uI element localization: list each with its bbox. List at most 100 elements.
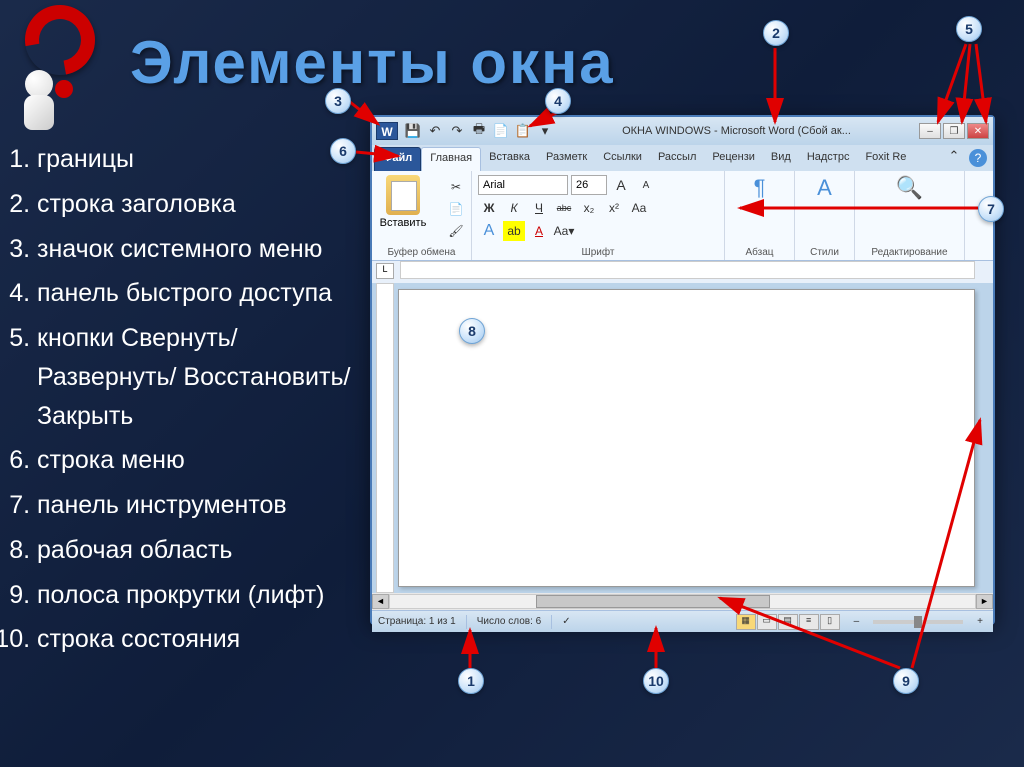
- tab-foxit[interactable]: Foxit Re: [857, 147, 914, 171]
- callout-6: 6: [330, 138, 356, 164]
- callout-1: 1: [458, 668, 484, 694]
- cut-button[interactable]: ✂: [445, 177, 467, 197]
- text-effects-button[interactable]: A: [478, 221, 500, 241]
- status-lang-icon[interactable]: ✓: [562, 616, 570, 627]
- system-menu-icon[interactable]: W: [376, 122, 398, 140]
- bold-button[interactable]: Ж: [478, 198, 500, 218]
- font-name-input[interactable]: [478, 175, 568, 195]
- group-label: Стили: [810, 247, 839, 258]
- copy-button[interactable]: 📄: [445, 199, 467, 219]
- view-reading-button[interactable]: ▭: [757, 614, 777, 630]
- qat-copy-button[interactable]: 📄: [491, 122, 511, 140]
- font-color-button[interactable]: A: [528, 221, 550, 241]
- superscript-button[interactable]: x²: [603, 198, 625, 218]
- format-painter-button[interactable]: 🖌: [445, 221, 467, 241]
- paragraph-icon[interactable]: ¶: [754, 175, 766, 201]
- list-item: панель быстрого доступа: [37, 274, 365, 313]
- tab-view[interactable]: Вид: [763, 147, 799, 171]
- strike-button[interactable]: abc: [553, 198, 575, 218]
- list-item: полоса прокрутки (лифт): [37, 576, 365, 615]
- ruler-corner-button[interactable]: L: [376, 263, 394, 279]
- scroll-left-button[interactable]: ◄: [372, 594, 389, 609]
- list-item: рабочая область: [37, 531, 365, 570]
- qat-print-button[interactable]: 🖶: [469, 122, 489, 140]
- tab-references[interactable]: Ссылки: [595, 147, 650, 171]
- underline-button[interactable]: Ч: [528, 198, 550, 218]
- horizontal-scrollbar[interactable]: ◄ ►: [372, 593, 993, 610]
- status-page[interactable]: Страница: 1 из 1: [378, 616, 456, 627]
- elements-list: границы строка заголовка значок системно…: [5, 140, 365, 665]
- horizontal-ruler[interactable]: [400, 261, 975, 279]
- ribbon-toggle-icon[interactable]: ⌃: [944, 147, 964, 165]
- group-label: Буфер обмена: [378, 247, 465, 258]
- group-label: Редактирование: [871, 247, 947, 258]
- italic-button[interactable]: К: [503, 198, 525, 218]
- paste-button[interactable]: Вставить: [378, 175, 428, 229]
- change-case-button[interactable]: Aa▾: [553, 221, 575, 241]
- zoom-out-button[interactable]: –: [850, 616, 864, 627]
- callout-5: 5: [956, 16, 982, 42]
- view-web-button[interactable]: ▤: [778, 614, 798, 630]
- group-styles: A Стили: [795, 171, 855, 260]
- scroll-right-button[interactable]: ►: [976, 594, 993, 609]
- callout-3: 3: [325, 88, 351, 114]
- qat-redo-button[interactable]: ↷: [447, 122, 467, 140]
- tab-mailings[interactable]: Рассыл: [650, 147, 704, 171]
- shrink-font-button[interactable]: A: [635, 175, 657, 195]
- zoom-in-button[interactable]: +: [973, 616, 987, 627]
- qat-dropdown-icon[interactable]: ▾: [535, 122, 555, 140]
- status-bar: Страница: 1 из 1 Число слов: 6 ✓ ▦ ▭ ▤ ≡…: [372, 610, 993, 632]
- view-print-layout-button[interactable]: ▦: [736, 614, 756, 630]
- list-item: значок системного меню: [37, 230, 365, 269]
- list-item: строка меню: [37, 441, 365, 480]
- tab-layout[interactable]: Разметк: [538, 147, 595, 171]
- grow-font-button[interactable]: A: [610, 175, 632, 195]
- font-size-input[interactable]: [571, 175, 607, 195]
- find-icon[interactable]: 🔍: [896, 175, 923, 201]
- help-icon[interactable]: ?: [969, 149, 987, 167]
- callout-2: 2: [763, 20, 789, 46]
- tab-file[interactable]: Файл: [374, 147, 421, 171]
- view-outline-button[interactable]: ≡: [799, 614, 819, 630]
- callout-9: 9: [893, 668, 919, 694]
- tab-home[interactable]: Главная: [421, 147, 481, 171]
- slide-title: Элементы окна: [130, 28, 615, 97]
- list-item: границы: [37, 140, 365, 179]
- zoom-slider[interactable]: [873, 620, 963, 624]
- word-window: W 💾 ↶ ↷ 🖶 📄 📋 ▾ ОКНА WINDOWS - Microsoft…: [370, 115, 995, 625]
- group-clipboard: Вставить ✂ 📄 🖌 Буфер обмена: [372, 171, 472, 260]
- status-words[interactable]: Число слов: 6: [477, 616, 541, 627]
- tab-insert[interactable]: Вставка: [481, 147, 538, 171]
- callout-7: 7: [978, 196, 1004, 222]
- callout-10: 10: [643, 668, 669, 694]
- scroll-thumb[interactable]: [536, 595, 770, 608]
- vertical-ruler[interactable]: [376, 283, 394, 593]
- callout-4: 4: [545, 88, 571, 114]
- subscript-button[interactable]: x₂: [578, 198, 600, 218]
- restore-button[interactable]: ❐: [943, 123, 965, 139]
- qat-save-button[interactable]: 💾: [403, 122, 423, 140]
- titlebar: W 💾 ↶ ↷ 🖶 📄 📋 ▾ ОКНА WINDOWS - Microsoft…: [372, 117, 993, 145]
- clear-format-button[interactable]: Aa: [628, 198, 650, 218]
- list-item: кнопки Свернуть/ Развернуть/ Восстановит…: [37, 319, 365, 435]
- minimize-button[interactable]: –: [919, 123, 941, 139]
- qat-paste-button[interactable]: 📋: [513, 122, 533, 140]
- paste-label: Вставить: [378, 217, 428, 229]
- highlight-button[interactable]: ab: [503, 221, 525, 241]
- tab-review[interactable]: Рецензи: [704, 147, 763, 171]
- styles-icon[interactable]: A: [817, 175, 832, 201]
- list-item: строка заголовка: [37, 185, 365, 224]
- view-draft-button[interactable]: ▯: [820, 614, 840, 630]
- close-button[interactable]: ✕: [967, 123, 989, 139]
- scroll-track[interactable]: [389, 594, 976, 609]
- clipboard-icon: [386, 175, 420, 215]
- ruler-area: L: [372, 261, 993, 283]
- person-figure-icon: [10, 60, 70, 140]
- group-font: A A Ж К Ч abc x₂ x² Aa A ab A Aa▾: [472, 171, 725, 260]
- tab-addins[interactable]: Надстрс: [799, 147, 858, 171]
- callout-8: 8: [459, 318, 485, 344]
- window-title: ОКНА WINDOWS - Microsoft Word (Сбой ак..…: [556, 125, 917, 137]
- qat-undo-button[interactable]: ↶: [425, 122, 445, 140]
- group-label: Абзац: [745, 247, 773, 258]
- list-item: панель инструментов: [37, 486, 365, 525]
